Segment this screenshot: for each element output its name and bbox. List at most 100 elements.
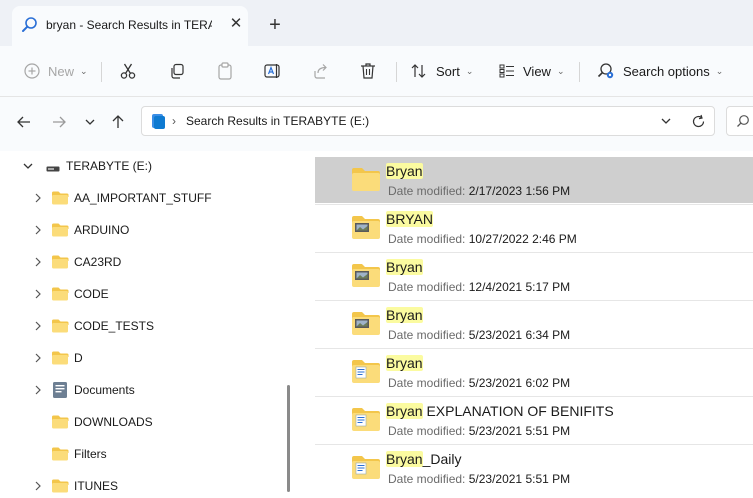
arrow-up-icon (110, 114, 126, 133)
navigation-scrollbar[interactable] (287, 385, 290, 492)
close-tab-icon[interactable]: ✕ (226, 14, 246, 34)
result-row[interactable]: BRYAN Date modified: 10/27/2022 2:46 PM (315, 205, 753, 251)
chevron-right-icon[interactable] (32, 256, 44, 268)
search-input[interactable] (726, 106, 753, 136)
refresh-icon[interactable] (688, 112, 708, 130)
tree-item-label: D (74, 351, 83, 365)
row-divider (315, 348, 753, 349)
date-modified-value: 5/23/2021 6:02 PM (468, 376, 571, 390)
chevron-right-icon[interactable] (32, 288, 44, 300)
copy-button[interactable] (169, 56, 185, 86)
result-name: Bryan (386, 355, 423, 371)
result-row[interactable]: Bryan Date modified: 5/23/2021 6:02 PM (315, 349, 753, 395)
search-match-highlight: Bryan (386, 307, 423, 323)
result-meta: Date modified: 5/23/2021 6:02 PM (388, 376, 570, 390)
recent-locations-button[interactable] (78, 111, 102, 135)
address-field[interactable]: › Search Results in TERABYTE (E:) (141, 106, 715, 136)
address-path: Search Results in TERABYTE (E:) (186, 114, 370, 128)
result-row[interactable]: Bryan Date modified: 2/17/2023 1:56 PM (315, 157, 753, 203)
chevron-right-icon[interactable] (32, 320, 44, 332)
chevron-down-icon: ⌄ (556, 65, 565, 76)
tree-item-label: DOWNLOADS (74, 415, 153, 429)
folder-icon (51, 190, 69, 208)
folder-icon (51, 254, 69, 272)
search-options-icon (597, 62, 615, 80)
date-modified-value: 10/27/2022 2:46 PM (468, 232, 577, 246)
view-icon (499, 64, 515, 78)
up-button[interactable] (106, 111, 130, 135)
result-meta: Date modified: 5/23/2021 5:51 PM (388, 472, 570, 486)
forward-button[interactable] (47, 111, 71, 135)
new-tab-button[interactable]: + (262, 13, 288, 39)
new-icon (24, 63, 40, 79)
date-modified-value: 5/23/2021 5:51 PM (468, 424, 571, 438)
sort-button[interactable]: Sort ⌄ (410, 56, 473, 86)
chevron-right-icon[interactable] (32, 352, 44, 364)
search-options-button[interactable]: Search options ⌄ (597, 56, 723, 86)
result-name: Bryan_Daily (386, 451, 461, 467)
folder-icon (51, 414, 69, 432)
row-divider (315, 300, 753, 301)
toolbar-divider (101, 62, 102, 82)
row-divider (315, 444, 753, 445)
tree-item-label: ARDUINO (74, 223, 130, 237)
scissors-icon (119, 62, 137, 80)
share-button[interactable] (313, 56, 329, 86)
result-meta: Date modified: 2/17/2023 1:56 PM (388, 184, 570, 198)
rename-button[interactable] (264, 56, 282, 86)
tree-item-label: Documents (74, 383, 135, 397)
rename-icon (264, 63, 282, 79)
arrow-left-icon (16, 114, 32, 133)
tree-item-label: CODE_TESTS (74, 319, 155, 333)
paste-button[interactable] (217, 56, 233, 86)
toolbar-divider (579, 62, 580, 82)
date-modified-value: 5/23/2021 5:51 PM (468, 472, 571, 486)
date-modified-label: Date modified: (388, 328, 466, 342)
chevron-right-icon[interactable] (32, 224, 44, 236)
date-modified-label: Date modified: (388, 232, 466, 246)
delete-button[interactable] (360, 56, 376, 86)
result-row[interactable]: Bryan EXPLANATION OF BENIFITS Date modifi… (315, 397, 753, 443)
date-modified-label: Date modified: (388, 184, 466, 198)
search-match-highlight: Bryan (386, 403, 423, 419)
results-pane: Bryan Date modified: 2/17/2023 1:56 PM BRY… (297, 151, 753, 492)
chevron-right-icon[interactable] (32, 480, 44, 492)
search-match-highlight: BRYAN (386, 211, 433, 227)
search-match-highlight: Bryan (386, 259, 423, 275)
date-modified-value: 5/23/2021 6:34 PM (468, 328, 571, 342)
row-divider (315, 252, 753, 253)
sort-icon (410, 63, 428, 79)
folder-icon (51, 286, 69, 304)
row-divider (315, 396, 753, 397)
search-match-highlight: Bryan (386, 355, 423, 371)
view-label: View (523, 63, 551, 79)
search-results-icon (151, 113, 165, 133)
new-button[interactable]: New ⌄ (24, 56, 88, 86)
result-name: Bryan (386, 259, 423, 275)
chevron-right-icon[interactable] (32, 384, 44, 396)
navigation-pane: TERABYTE (E:) AA_IMPORTANT_STUFF ARDUINO C… (0, 151, 297, 493)
arrow-right-icon (51, 114, 67, 133)
folder-pictures-icon (351, 310, 381, 336)
folder-document-icon (351, 454, 381, 480)
result-name: Bryan (386, 307, 423, 323)
result-row[interactable]: Bryan Date modified: 5/23/2021 6:34 PM (315, 301, 753, 347)
cut-button[interactable] (119, 56, 137, 86)
chevron-down-icon[interactable] (22, 160, 34, 172)
date-modified-label: Date modified: (388, 376, 466, 390)
toolbar-divider (396, 62, 397, 82)
result-row[interactable]: Bryan Date modified: 12/4/2021 5:17 PM (315, 253, 753, 299)
paste-icon (217, 62, 233, 80)
chevron-right-icon[interactable] (32, 192, 44, 204)
view-button[interactable]: View ⌄ (499, 56, 565, 86)
address-dropdown-icon[interactable] (656, 112, 676, 130)
tab-search-results[interactable]: bryan - Search Results in TERA ✕ (12, 6, 248, 46)
folder-icon (51, 318, 69, 336)
tree-item-label: Filters (74, 447, 107, 461)
back-button[interactable] (12, 111, 36, 135)
folder-icon (51, 478, 69, 496)
folder-icon (51, 446, 69, 464)
date-modified-label: Date modified: (388, 424, 466, 438)
result-meta: Date modified: 5/23/2021 6:34 PM (388, 328, 570, 342)
result-row[interactable]: Bryan_Daily Date modified: 5/23/2021 5:51… (315, 445, 753, 491)
